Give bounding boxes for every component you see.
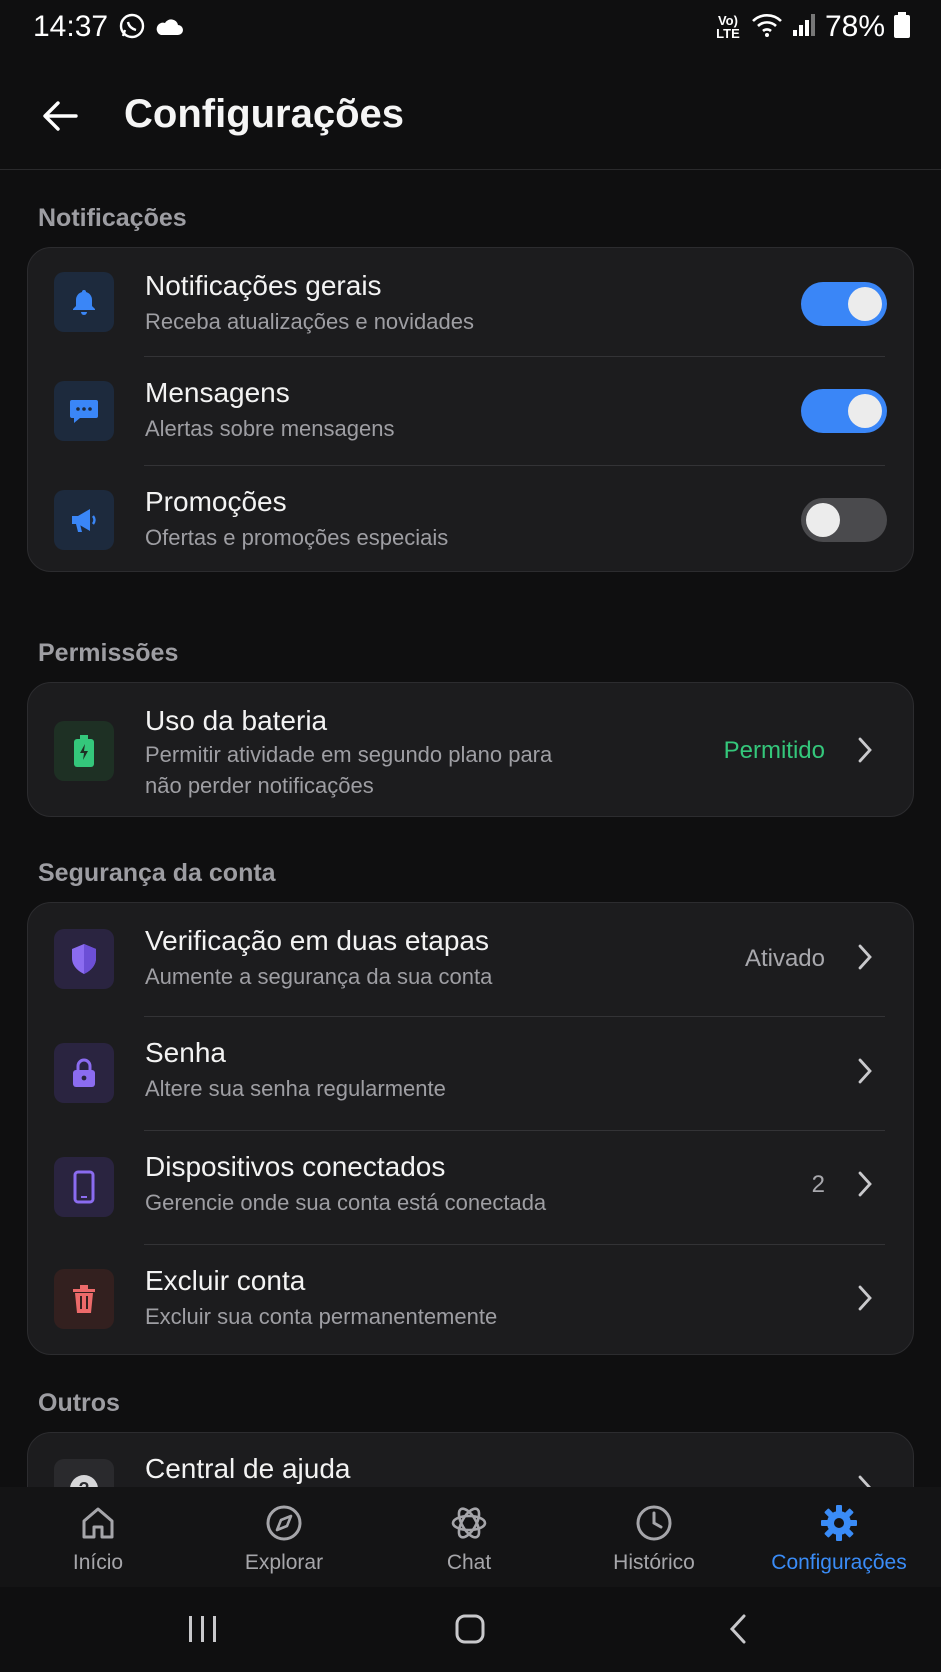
row-subtitle: Excluir sua conta permanentemente <box>145 1304 498 1329</box>
setting-connected-devices[interactable]: Dispositivos conectados Gerencie onde su… <box>28 1131 913 1244</box>
row-subtitle: Altere sua senha regularmente <box>145 1076 446 1101</box>
app-bar: Configurações <box>0 60 941 170</box>
chevron-right-icon <box>858 1475 871 1487</box>
setting-battery-usage[interactable]: Uso da bateria Permitir atividade em seg… <box>28 683 913 816</box>
bottom-navigation: Início Explorar Chat Histórico Configura… <box>0 1487 941 1587</box>
row-title: Notificações gerais <box>145 270 382 301</box>
recent-apps-button[interactable] <box>173 1601 233 1657</box>
battery-icon <box>54 721 114 781</box>
chat-bubble-icon <box>54 381 114 441</box>
toggle-knob <box>848 287 882 321</box>
recent-apps-icon <box>189 1616 216 1642</box>
back-button[interactable] <box>36 92 84 140</box>
security-card: Verificação em duas etapas Aumente a seg… <box>27 902 914 1355</box>
nav-item-chat[interactable]: Chat <box>375 1487 563 1587</box>
nav-label: Início <box>72 1551 124 1574</box>
system-navigation-bar <box>0 1587 941 1672</box>
setting-general-notifications[interactable]: Notificações gerais Receba atualizações … <box>28 248 913 356</box>
chevron-right-icon <box>858 1171 872 1197</box>
row-subtitle: Receba atualizações e novidades <box>145 309 475 334</box>
battery-percent: 78% <box>824 10 885 43</box>
wifi-icon <box>751 12 783 43</box>
compass-icon <box>262 1501 306 1545</box>
nav-item-history[interactable]: Histórico <box>560 1487 748 1587</box>
general-notifications-toggle[interactable] <box>801 282 887 326</box>
setting-password[interactable]: Senha Altere sua senha regularmente <box>28 1017 913 1130</box>
battery-status-value: Permitido <box>723 737 825 764</box>
chevron-right-icon <box>858 1058 872 1084</box>
status-bar: 14:37 Vo) LTE 78% <box>0 0 941 56</box>
clock-icon <box>632 1501 676 1545</box>
home-button[interactable] <box>440 1601 500 1657</box>
row-subtitle: Aumente a segurança da sua conta <box>145 964 493 989</box>
row-subtitle: Permitir atividade em segundo plano para… <box>145 742 553 798</box>
nav-label: Configurações <box>771 1551 907 1574</box>
page-title: Configurações <box>124 92 405 136</box>
promotions-toggle[interactable] <box>801 498 887 542</box>
setting-promotions[interactable]: Promoções Ofertas e promoções especiais <box>28 466 913 571</box>
chevron-right-icon <box>858 944 872 970</box>
setting-delete-account[interactable]: Excluir conta Excluir sua conta permanen… <box>28 1245 913 1354</box>
shield-icon <box>54 929 114 989</box>
nav-item-explore[interactable]: Explorar <box>190 1487 378 1587</box>
row-title: Dispositivos conectados <box>145 1151 446 1182</box>
row-subtitle: Ofertas e promoções especiais <box>145 525 449 550</box>
permissions-card: Uso da bateria Permitir atividade em seg… <box>27 682 914 817</box>
nav-label: Chat <box>446 1551 492 1574</box>
row-title: Mensagens <box>145 377 290 408</box>
two-step-status-value: Ativado <box>744 945 825 972</box>
row-title: Uso da bateria <box>145 705 328 736</box>
toggle-knob <box>806 503 840 537</box>
gear-icon <box>817 1501 861 1545</box>
section-title-security: Segurança da conta <box>38 859 276 887</box>
row-subtitle: Alertas sobre mensagens <box>145 416 395 441</box>
system-back-button[interactable] <box>708 1601 768 1657</box>
megaphone-icon <box>54 490 114 550</box>
nav-item-settings[interactable]: Configurações <box>745 1487 933 1587</box>
chat-logo-icon <box>447 1501 491 1545</box>
messages-toggle[interactable] <box>801 389 887 433</box>
nav-label: Histórico <box>613 1551 695 1574</box>
help-icon: ? <box>54 1459 114 1487</box>
whatsapp-icon <box>118 12 146 45</box>
phone-icon <box>54 1157 114 1217</box>
status-time: 14:37 <box>33 10 109 43</box>
section-title-others: Outros <box>38 1389 120 1417</box>
chevron-right-icon <box>858 1285 872 1311</box>
section-title-notifications: Notificações <box>38 204 187 232</box>
settings-content[interactable]: Notificações Notificações gerais Receba … <box>0 171 941 1487</box>
row-title: Excluir conta <box>145 1265 306 1296</box>
notifications-card: Notificações gerais Receba atualizações … <box>27 247 914 572</box>
bell-icon <box>54 272 114 332</box>
nav-label: Explorar <box>244 1551 324 1574</box>
home-square-icon <box>455 1614 485 1644</box>
row-title: Verificação em duas etapas <box>145 925 489 956</box>
chevron-left-icon <box>729 1614 746 1644</box>
lock-icon <box>54 1043 114 1103</box>
chevron-right-icon <box>858 737 872 763</box>
signal-icon <box>791 12 817 43</box>
row-subtitle: Gerencie onde sua conta está conectada <box>145 1190 547 1215</box>
trash-icon <box>54 1269 114 1329</box>
svg-text:?: ? <box>79 1479 90 1487</box>
arrow-left-icon <box>43 101 78 131</box>
row-title: Central de ajuda <box>145 1453 351 1484</box>
row-title: Promoções <box>145 486 287 517</box>
battery-status-icon <box>893 11 911 44</box>
home-icon <box>76 1501 120 1545</box>
cloud-icon <box>154 15 184 42</box>
section-title-permissions: Permissões <box>38 639 179 667</box>
toggle-knob <box>848 394 882 428</box>
setting-messages[interactable]: Mensagens Alertas sobre mensagens <box>28 357 913 465</box>
row-title: Senha <box>145 1037 226 1068</box>
others-card: ? Central de ajuda <box>27 1432 914 1487</box>
devices-count-value: 2 <box>811 1171 825 1198</box>
volte-indicator: Vo) LTE <box>716 13 740 41</box>
nav-item-home[interactable]: Início <box>4 1487 192 1587</box>
setting-two-step[interactable]: Verificação em duas etapas Aumente a seg… <box>28 903 913 1016</box>
setting-help-center[interactable]: ? Central de ajuda <box>28 1433 913 1487</box>
